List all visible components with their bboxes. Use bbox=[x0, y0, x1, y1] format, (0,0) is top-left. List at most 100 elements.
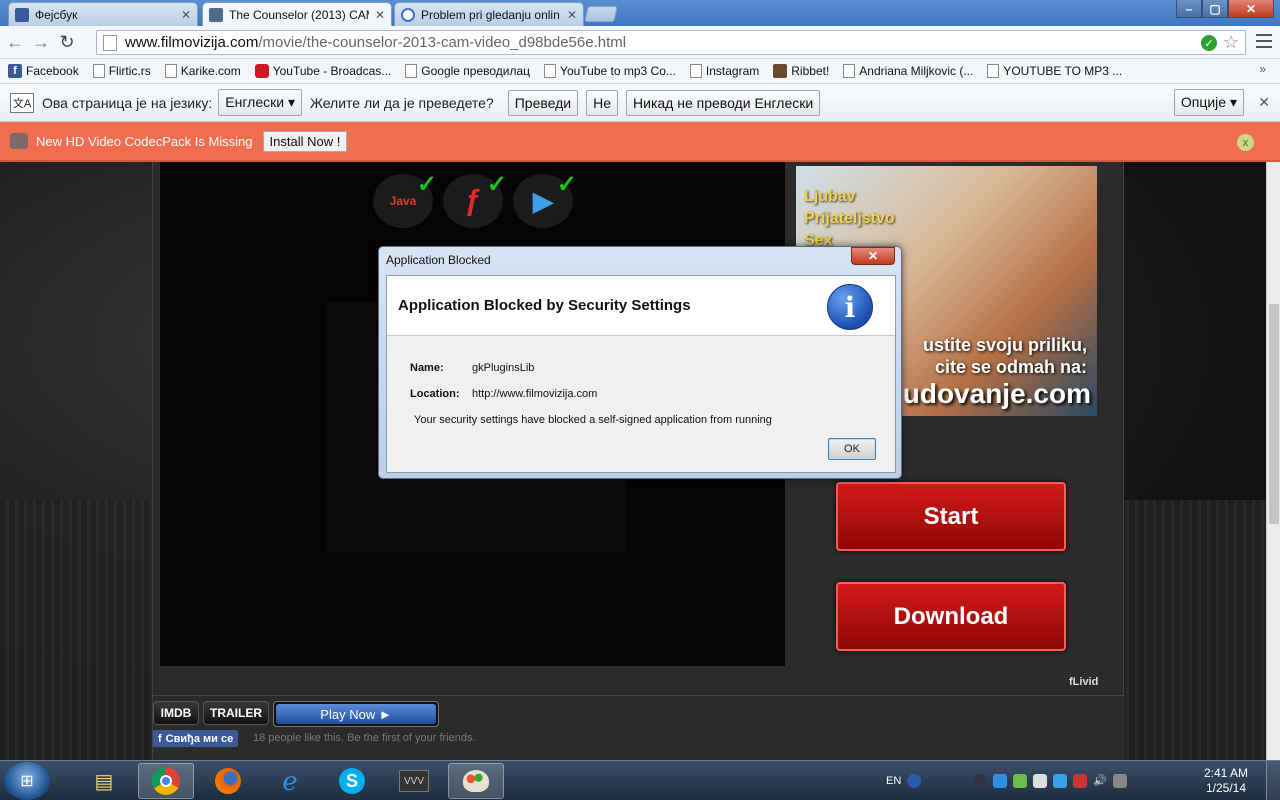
page-icon bbox=[164, 64, 177, 78]
bookmarks-overflow-icon[interactable]: » bbox=[1259, 62, 1266, 76]
dialog-body: Application Blocked by Security Settings… bbox=[386, 275, 896, 473]
language-indicator[interactable]: EN bbox=[886, 775, 901, 787]
bookmark-label: Instagram bbox=[705, 64, 760, 78]
verified-check-icon[interactable]: ✓ bbox=[1201, 35, 1217, 51]
file-explorer-icon[interactable]: ▤ bbox=[76, 763, 132, 799]
bookmark-youtube-mp3[interactable]: YouTube to mp3 Co... bbox=[544, 64, 676, 78]
paint-icon[interactable] bbox=[448, 763, 504, 799]
like-label: Свиђа ми се bbox=[165, 732, 234, 745]
puzzle-icon bbox=[10, 133, 28, 149]
dialog-heading: Application Blocked by Security Settings bbox=[398, 297, 691, 314]
firefox-icon[interactable] bbox=[200, 763, 256, 799]
clock[interactable]: 2:41 AM 1/25/14 bbox=[1196, 766, 1256, 796]
bookmark-label: YOUTUBE TO MP3 ... bbox=[1003, 64, 1123, 78]
name-label: Name: bbox=[410, 362, 444, 374]
install-now-button[interactable]: Install Now ! bbox=[262, 130, 348, 152]
application-blocked-dialog: Application Blocked ✕ Application Blocke… bbox=[378, 246, 902, 479]
media-app-icon[interactable]: VVV bbox=[386, 763, 442, 799]
maximize-button[interactable]: ▢ bbox=[1202, 0, 1228, 18]
network-icon[interactable] bbox=[1113, 774, 1128, 788]
tab-title: The Counselor (2013) CAM bbox=[229, 7, 369, 22]
translate-prefix: Ова страница је на језику: bbox=[42, 94, 213, 111]
trailer-button[interactable]: TRAILER bbox=[203, 701, 269, 725]
tab-problem[interactable]: Problem pri gledanju onlin ✕ bbox=[394, 2, 584, 26]
scrollbar-thumb[interactable] bbox=[1269, 304, 1279, 524]
tray-app-icon[interactable] bbox=[1013, 774, 1028, 788]
facebook-icon: f bbox=[8, 64, 22, 78]
codec-notification-bar: New HD Video CodecPack Is Missing Instal… bbox=[0, 122, 1280, 162]
java-icon: Java ✓ bbox=[373, 171, 437, 228]
url-host: www.filmovizija.com bbox=[125, 34, 259, 51]
translate-question: Желите ли да је преведете? bbox=[309, 94, 494, 111]
tab-facebook[interactable]: Фејсбук ✕ bbox=[8, 2, 198, 26]
player-actions: IMDB TRAILER Play Now ► f Свиђа ми се 18 … bbox=[153, 695, 1125, 760]
bookmark-youtube-broadcast[interactable]: YouTube - Broadcas... bbox=[254, 64, 391, 78]
show-desktop-button[interactable] bbox=[1266, 761, 1280, 800]
minimize-button[interactable]: – bbox=[1176, 0, 1202, 18]
forward-arrow-icon[interactable]: → bbox=[30, 31, 52, 53]
play-now-button[interactable]: Play Now ► bbox=[273, 701, 439, 727]
page-icon bbox=[92, 64, 105, 78]
close-icon[interactable]: x bbox=[1237, 134, 1254, 151]
ok-button[interactable]: OK bbox=[828, 438, 876, 460]
bookmark-instagram[interactable]: Instagram bbox=[689, 64, 760, 78]
bookmark-youtube-to-mp3[interactable]: YOUTUBE TO MP3 ... bbox=[987, 64, 1122, 78]
skype-icon[interactable]: S bbox=[324, 763, 380, 799]
loading-icon bbox=[401, 7, 415, 22]
new-tab-button[interactable] bbox=[584, 6, 618, 22]
tray-app-icon[interactable] bbox=[1053, 774, 1068, 788]
tray-app-icon[interactable] bbox=[973, 774, 988, 788]
close-window-button[interactable]: ✕ bbox=[1228, 0, 1274, 18]
bookmark-label: YouTube to mp3 Co... bbox=[560, 64, 676, 78]
bookmark-andriana[interactable]: Andriana Miljkovic (... bbox=[843, 64, 973, 78]
tray-app-icon[interactable] bbox=[1073, 774, 1088, 788]
no-button[interactable]: Не bbox=[586, 89, 619, 116]
bookmark-star-icon[interactable]: ☆ bbox=[1223, 32, 1239, 53]
media-player-icon: ▶ ✓ bbox=[513, 171, 577, 228]
address-bar[interactable]: www.filmovizija.com/movie/the-counselor-… bbox=[96, 30, 1246, 55]
volume-icon[interactable]: 🔊 bbox=[1093, 774, 1107, 788]
start-button[interactable]: Start bbox=[836, 482, 1066, 551]
browser-e-icon[interactable]: ℯ bbox=[262, 763, 318, 799]
tray-app-icon[interactable] bbox=[993, 774, 1008, 788]
language-select[interactable]: Енглески ▾ bbox=[218, 89, 302, 116]
close-icon[interactable]: ✕ bbox=[1258, 94, 1270, 111]
bookmark-ribbet[interactable]: Ribbet! bbox=[773, 64, 829, 78]
imdb-button[interactable]: IMDB bbox=[153, 701, 199, 725]
download-button[interactable]: Download bbox=[836, 582, 1066, 651]
facebook-like-button[interactable]: f Свиђа ми се bbox=[153, 730, 239, 747]
translate-bar: 文A Ова страница је на језику: Енглески ▾… bbox=[0, 84, 1280, 122]
city-background bbox=[1120, 500, 1266, 760]
clock-date: 1/25/14 bbox=[1205, 781, 1247, 795]
page-icon bbox=[544, 64, 557, 78]
vertical-scrollbar[interactable] bbox=[1266, 162, 1280, 760]
options-button[interactable]: Опције ▾ bbox=[1173, 89, 1244, 116]
bookmark-facebook[interactable]: f Facebook bbox=[8, 64, 79, 78]
bookmarks-bar: f Facebook Flirtic.rs Karike.com YouTube … bbox=[0, 59, 1280, 84]
codec-message: New HD Video CodecPack Is Missing bbox=[36, 133, 253, 149]
translate-button[interactable]: Преведи bbox=[507, 89, 579, 116]
language-value: Енглески bbox=[225, 94, 285, 110]
help-icon[interactable] bbox=[907, 774, 922, 788]
bookmark-google-translate[interactable]: Google преводилац bbox=[405, 64, 530, 78]
start-button[interactable]: ⊞ bbox=[4, 762, 50, 800]
dialog-message: Your security settings have blocked a se… bbox=[414, 414, 772, 426]
close-icon[interactable]: ✕ bbox=[181, 8, 191, 22]
chrome-icon[interactable] bbox=[138, 763, 194, 799]
browser-toolbar: ← → ↻ www.filmovizija.com/movie/the-coun… bbox=[0, 26, 1280, 59]
check-icon: ✓ bbox=[416, 171, 437, 198]
close-icon[interactable]: ✕ bbox=[567, 8, 577, 22]
film-icon bbox=[209, 7, 223, 22]
back-arrow-icon[interactable]: ← bbox=[4, 31, 26, 53]
never-translate-button[interactable]: Никад не преводи Енглески bbox=[626, 89, 821, 116]
dialog-close-button[interactable]: ✕ bbox=[851, 247, 895, 265]
menu-icon[interactable] bbox=[1256, 34, 1272, 48]
bookmark-flirtic[interactable]: Flirtic.rs bbox=[92, 64, 151, 78]
tab-the-counselor[interactable]: The Counselor (2013) CAM ✕ bbox=[202, 2, 392, 26]
facebook-icon bbox=[15, 7, 29, 22]
reload-icon[interactable]: ↻ bbox=[56, 31, 78, 53]
action-center-icon[interactable] bbox=[1033, 774, 1048, 788]
bookmark-karike[interactable]: Karike.com bbox=[164, 64, 241, 78]
youtube-icon bbox=[254, 64, 269, 78]
close-icon[interactable]: ✕ bbox=[375, 8, 385, 22]
